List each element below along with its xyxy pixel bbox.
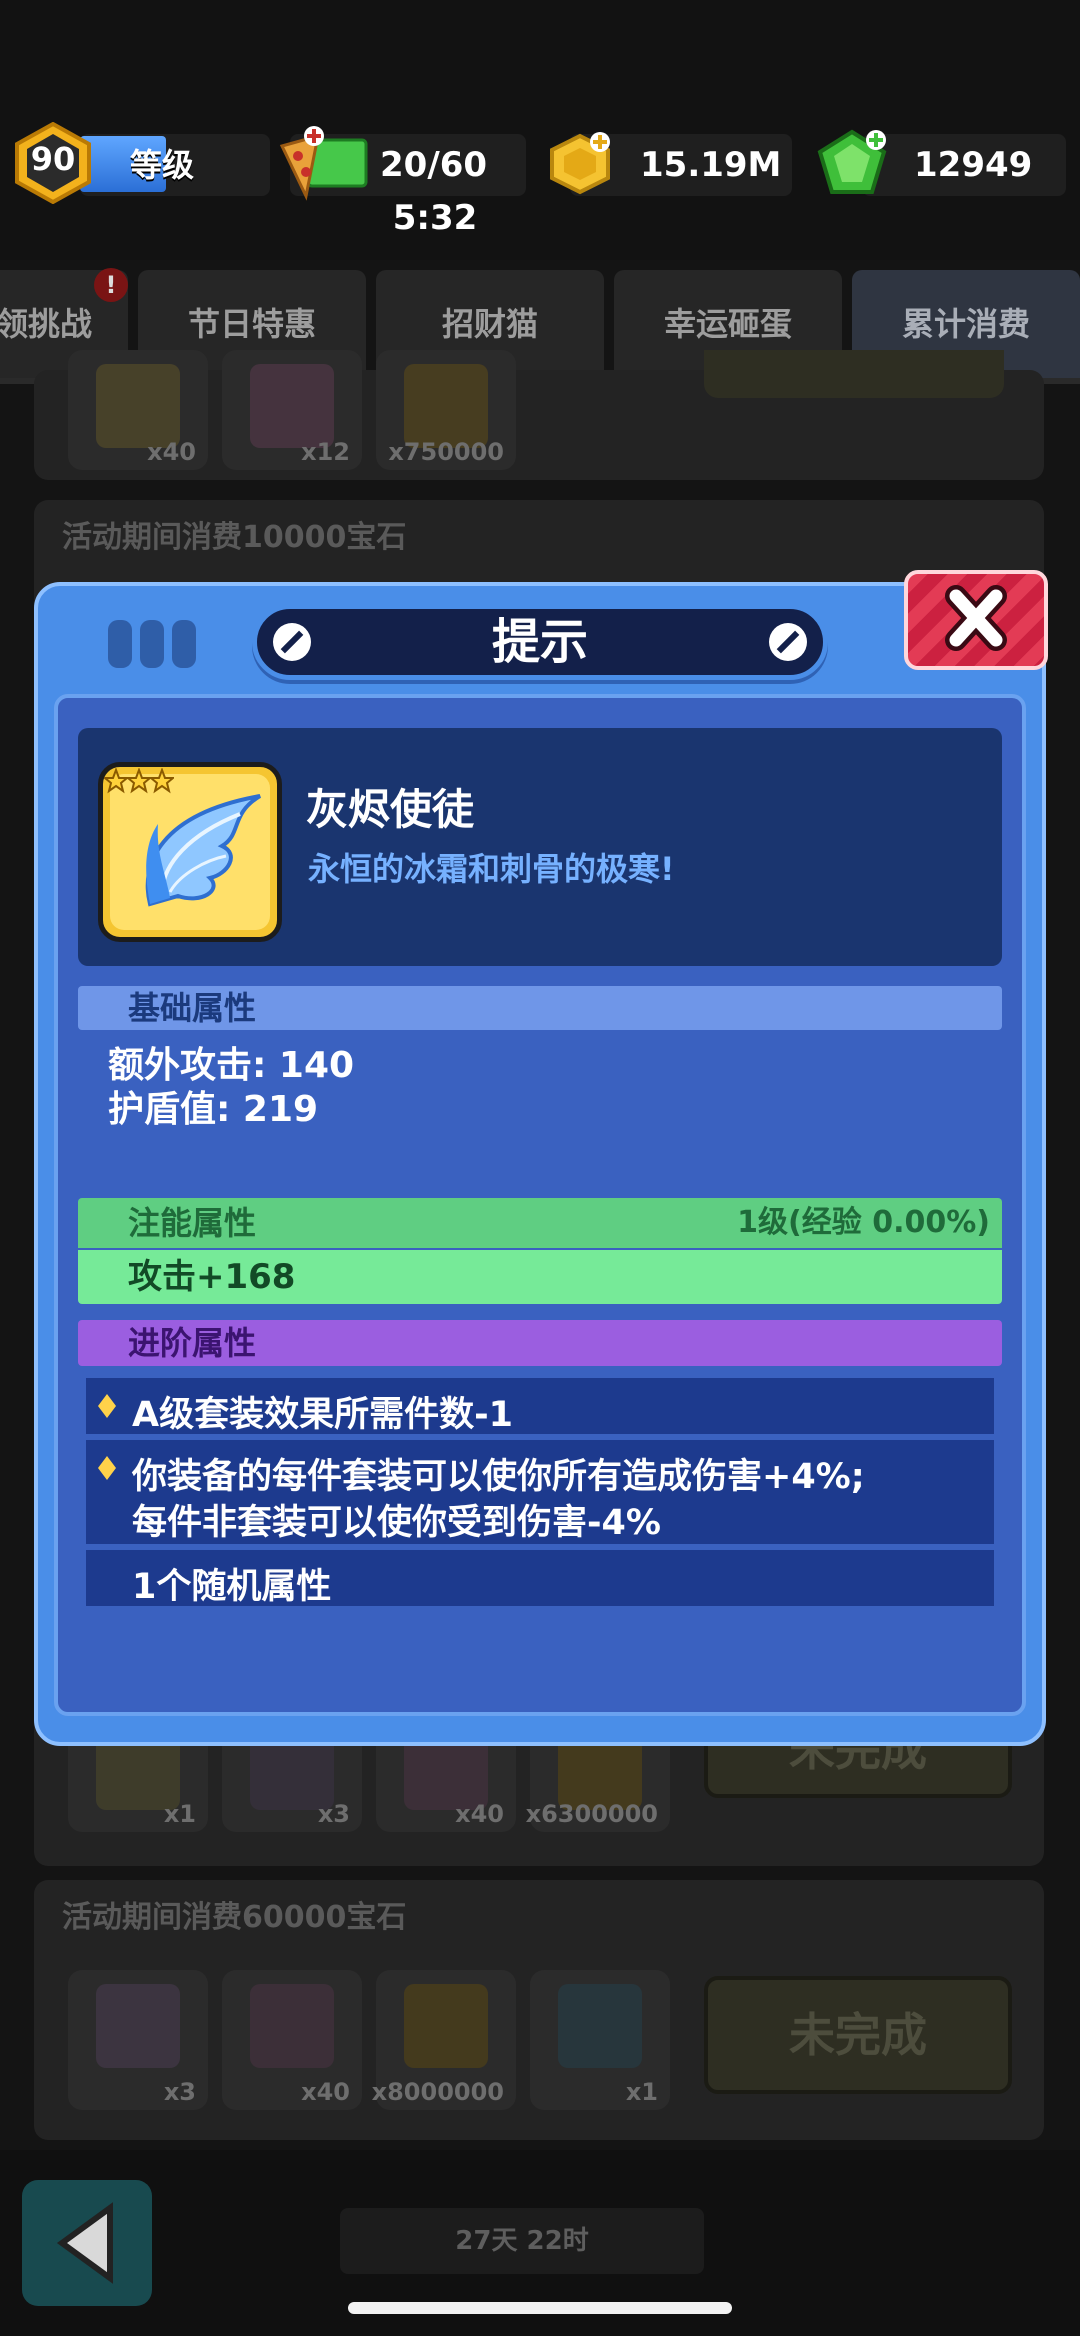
close-icon (945, 585, 1007, 651)
advanced-attribute-row: A级套装效果所需件数-1 (86, 1378, 994, 1435)
ice-wings-icon (558, 1984, 642, 2068)
notification-badge: ! (94, 268, 128, 302)
advanced-attribute-row: 你装备的每件套装可以使你所有造成伤害+4%; 每件非套装可以使你受到伤害-4% (86, 1440, 994, 1544)
reward-slot: x40 (222, 1970, 362, 2110)
advanced-attributes-header: 进阶属性 (78, 1320, 1002, 1366)
advanced-attribute-2-line1: 你装备的每件套装可以使你所有造成伤害+4%; (132, 1457, 865, 1497)
gem-bullet-icon (98, 1456, 116, 1480)
ice-wings-icon (145, 794, 262, 907)
reward-slot: x1 (530, 1970, 670, 2110)
green-gem-icon[interactable] (812, 126, 892, 202)
claim-button-partial[interactable] (704, 350, 1004, 398)
gold-coin-icon[interactable] (544, 128, 616, 200)
star-rating-icon (104, 768, 174, 794)
reward-slot: x3 (68, 1970, 208, 2110)
puzzle-piece-icon (96, 364, 180, 448)
advanced-attribute-3: 1个随机属性 (132, 1567, 332, 1607)
book-icon (250, 364, 334, 448)
event-countdown: 27天 22时 (340, 2208, 704, 2274)
pizza-stamina-icon[interactable] (278, 126, 370, 202)
advanced-attribute-2-line2: 每件非套装可以使你受到伤害-4% (132, 1503, 661, 1543)
decor-dots (108, 620, 200, 668)
gold-coin-icon (404, 364, 488, 448)
a-rank-book-icon (96, 1984, 180, 2068)
stamina-value: 20/60 (380, 145, 488, 185)
level-value: 90 (30, 140, 76, 178)
advanced-attribute-1: A级套装效果所需件数-1 (132, 1395, 513, 1435)
advanced-attribute-row: 1个随机属性 (86, 1550, 994, 1607)
infuse-level: 1级(经验 0.00%) (737, 1205, 990, 1240)
gold-value: 15.19M (640, 145, 782, 185)
reward-slot: x8000000 (372, 1970, 516, 2110)
infuse-attributes-header: 注能属性 1级(经验 0.00%) (78, 1198, 1002, 1248)
reward-slot: x40 (68, 350, 208, 470)
close-button[interactable] (904, 570, 1048, 670)
gem-value: 12949 (914, 145, 1033, 185)
infuse-attributes-row: 攻击+168 (78, 1250, 1002, 1304)
incomplete-button[interactable]: 未完成 (704, 1976, 1012, 2094)
gem-bullet-icon (98, 1394, 116, 1418)
home-indicator[interactable] (348, 2302, 732, 2314)
stamina-timer: 5:32 (392, 198, 478, 238)
card-title: 活动期间消费10000宝石 (62, 520, 407, 555)
reward-slot: x12 (222, 350, 362, 470)
upgrade-book-icon (250, 1984, 334, 2068)
card-title: 活动期间消费60000宝石 (62, 1900, 407, 1935)
level-label: 等级 (130, 146, 195, 184)
item-description: 永恒的冰霜和刺骨的极寒! (308, 850, 675, 888)
stat-shield: 护盾值: 219 (108, 1089, 319, 1130)
dialog-title: 提示 (491, 614, 588, 670)
reward-card-top: x40 x12 x750000 (34, 350, 1044, 480)
reward-slot: x750000 (376, 350, 516, 470)
base-attributes-header: 基础属性 (78, 986, 1002, 1030)
item-icon (110, 774, 270, 930)
infuse-stat: 攻击+168 (128, 1257, 296, 1297)
gold-coin-icon (404, 1984, 488, 2068)
resource-bar (0, 0, 1080, 260)
back-button[interactable] (22, 2180, 152, 2306)
back-arrow-icon (56, 2202, 113, 2284)
item-name: 灰烬使徒 (306, 785, 475, 834)
